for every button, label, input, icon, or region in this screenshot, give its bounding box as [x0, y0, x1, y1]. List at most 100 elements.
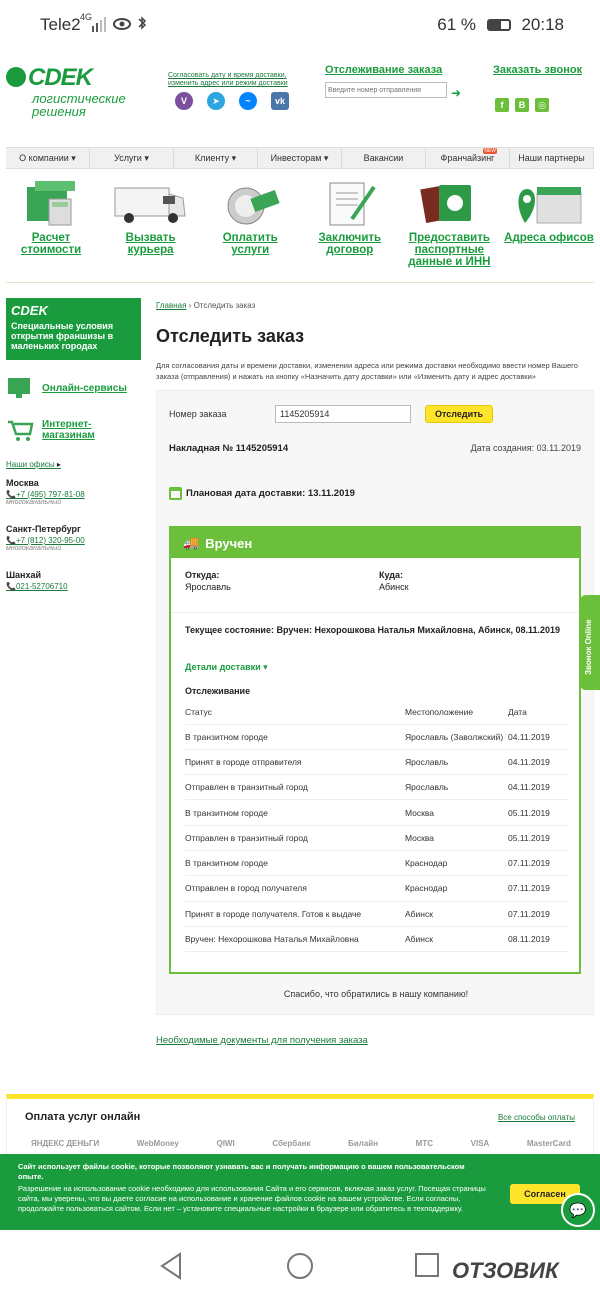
order-number-input[interactable]: 1145205914: [275, 405, 411, 423]
service-offices[interactable]: Адреса офисов: [504, 178, 594, 268]
table-row: Вручен: Нехорошкова Наталья Михайловна Аб…: [185, 926, 569, 953]
table-row: В транзитном городе Ярославль (Заволжский…: [185, 724, 569, 750]
new-badge: NEW: [483, 148, 497, 154]
nav-item-services[interactable]: Услуги ▾: [90, 148, 174, 168]
android-nav-bar: ОТЗОВИК: [0, 1230, 600, 1300]
service-contract[interactable]: Заключить договор: [305, 178, 395, 268]
monitor-icon: [8, 378, 30, 398]
logo-icon: [6, 67, 26, 87]
breadcrumb: Главная › Отследить заказ: [156, 301, 256, 310]
track-button[interactable]: Отследить: [425, 405, 493, 423]
calendar-icon: [169, 487, 182, 500]
main-nav: О компании ▾ Услуги ▾ Клиенту ▾ Инвестор…: [6, 147, 594, 169]
cart-icon: [8, 420, 34, 441]
otzovik-watermark: ОТЗОВИК: [452, 1258, 559, 1283]
phone-link[interactable]: 📞+7 (495) 797-81-08: [6, 490, 85, 499]
facebook-icon[interactable]: f: [495, 98, 509, 112]
beeline-logo: Билайн: [348, 1139, 379, 1148]
mastercard-logo: MasterCard: [526, 1139, 571, 1148]
required-documents-link[interactable]: Необходимые документы для получения зака…: [156, 1035, 368, 1046]
back-icon[interactable]: [158, 1252, 184, 1280]
cookie-title: Сайт использует файлы cookie, которые по…: [18, 1162, 465, 1181]
divider: [6, 282, 594, 283]
destination: Куда: Абинск: [379, 570, 409, 592]
messenger-icon[interactable]: ~: [239, 92, 257, 110]
city-shanghai: Шанхай 📞021-52706710: [6, 570, 68, 591]
all-payment-methods-link[interactable]: Все способы оплаты: [498, 1113, 575, 1122]
contract-icon: [329, 182, 376, 226]
carrier: Tele2: [40, 15, 81, 34]
table-row: В транзитном городе Краснодар 07.11.2019: [185, 850, 569, 877]
service-courier[interactable]: Вызвать курьера: [106, 178, 196, 268]
telegram-icon[interactable]: ➤: [207, 92, 225, 110]
vk-icon[interactable]: vk: [271, 92, 289, 110]
phone-link[interactable]: 📞+7 (812) 320-95-00: [6, 536, 85, 545]
service-passport[interactable]: Предоставить паспортные данные и ИНН: [404, 178, 494, 268]
nav-item-investors[interactable]: Инвесторам ▾: [258, 148, 342, 168]
online-services-link[interactable]: Онлайн-сервисы: [6, 376, 127, 400]
cdek-logo[interactable]: СDEK логистические решения: [6, 64, 136, 118]
chat-icon[interactable]: 💬: [561, 1193, 595, 1227]
vk-square-icon[interactable]: B: [515, 98, 529, 112]
arrow-right-icon[interactable]: ➜: [451, 86, 461, 100]
city-spb: Санкт-Петербург 📞+7 (812) 320-95-00 мног…: [6, 524, 85, 552]
nav-item-vacancies[interactable]: Вакансии: [342, 148, 426, 168]
call-online-tab[interactable]: Звонок Online: [580, 595, 600, 690]
chevron-right-icon: ▸: [56, 460, 61, 469]
nav-item-client[interactable]: Клиенту ▾: [174, 148, 258, 168]
tracking-heading: Отслеживание: [185, 686, 251, 696]
payment-icon: [227, 187, 280, 225]
shipment-status-panel: 🚚 Вручен Откуда: Ярославль Куда: Абинск Тек…: [169, 526, 581, 974]
tracking-input[interactable]: [325, 82, 447, 98]
recent-apps-icon[interactable]: [414, 1252, 440, 1278]
franchise-promo[interactable]: СDEK Специальные условия открытия франши…: [6, 298, 141, 360]
map-pin-icon: [518, 187, 582, 224]
status-right: 61 % 20:18: [437, 15, 564, 35]
tracking-title[interactable]: Отслеживание заказа: [325, 64, 455, 76]
online-shops-link[interactable]: Интернет-магазинам: [6, 418, 112, 442]
delivery-details-toggle[interactable]: Детали доставки ▾: [185, 662, 268, 673]
origin: Откуда: Ярославль: [185, 570, 231, 592]
creation-date: Дата создания: 03.11.2019: [470, 443, 581, 453]
table-row: В транзитном городе Москва 05.11.2019: [185, 799, 569, 826]
nav-item-franchise[interactable]: Франчайзинг NEW: [426, 148, 510, 168]
table-row: Отправлен в транзитный город Москва 05.11.…: [185, 825, 569, 851]
our-offices-link[interactable]: Наши офисы ▸: [6, 460, 61, 469]
planned-delivery: Плановая дата доставки: 13.11.2019: [169, 487, 355, 500]
table-header: Статус Местоположение Дата: [185, 700, 569, 725]
home-icon[interactable]: [286, 1252, 314, 1280]
promo-text: Специальные условия открытия франшизы в …: [11, 321, 114, 351]
table-row: Принят в городе получателя. Готов к выда…: [185, 901, 569, 927]
yandex-money-logo: ЯНДЕКС ДЕНЬГИ: [31, 1139, 100, 1148]
order-call-link[interactable]: Заказать звонок: [493, 64, 582, 76]
webmoney-logo: WebMoney: [136, 1139, 179, 1148]
clock: 20:18: [521, 15, 564, 34]
tracking-card: Номер заказа 1145205914 Отследить Наклад…: [156, 390, 594, 1015]
cookie-text: Разрешение на использование cookie необх…: [18, 1184, 486, 1213]
table-row: Принят в городе отправителя Ярославль 04.1…: [185, 749, 569, 776]
web-page: СDEK логистические решения Согласовать д…: [0, 50, 600, 1230]
instagram-icon[interactable]: ◎: [535, 98, 549, 112]
viber-icon[interactable]: V: [175, 92, 193, 110]
breadcrumb-home[interactable]: Главная: [156, 301, 186, 310]
nav-item-company[interactable]: О компании ▾: [6, 148, 90, 168]
mts-logo: МТС: [415, 1139, 433, 1148]
phone-link[interactable]: 📞021-52706710: [6, 582, 68, 591]
passport-icon: [420, 185, 472, 223]
payment-logos: ЯНДЕКС ДЕНЬГИ WebMoney QIWI Сбербанк Бил…: [31, 1139, 571, 1148]
payment-title: Оплата услуг онлайн: [25, 1111, 141, 1123]
sberbank-logo: Сбербанк: [272, 1139, 311, 1148]
nav-item-partners[interactable]: Наши партнеры: [510, 148, 594, 168]
qiwi-logo: QIWI: [216, 1139, 235, 1148]
network-type: 4G: [80, 12, 93, 22]
status-header: 🚚 Вручен: [171, 528, 579, 558]
breadcrumb-current: Отследить заказ: [193, 301, 256, 310]
promo-logo: СDEK: [11, 303, 48, 318]
table-row: Отправлен в город получателя Краснодар 07.…: [185, 875, 569, 902]
social-icons: f B ◎: [495, 98, 549, 112]
tracking-widget: Отслеживание заказа ➜: [325, 64, 461, 100]
service-pay[interactable]: Оплатить услуги: [205, 178, 295, 268]
service-calculate[interactable]: Расчет стоимости: [6, 178, 96, 268]
delivery-change-link[interactable]: Согласовать дату и время доставки, измен…: [168, 72, 298, 88]
tracking-table: Статус Местоположение Дата В транзитном …: [185, 700, 569, 953]
